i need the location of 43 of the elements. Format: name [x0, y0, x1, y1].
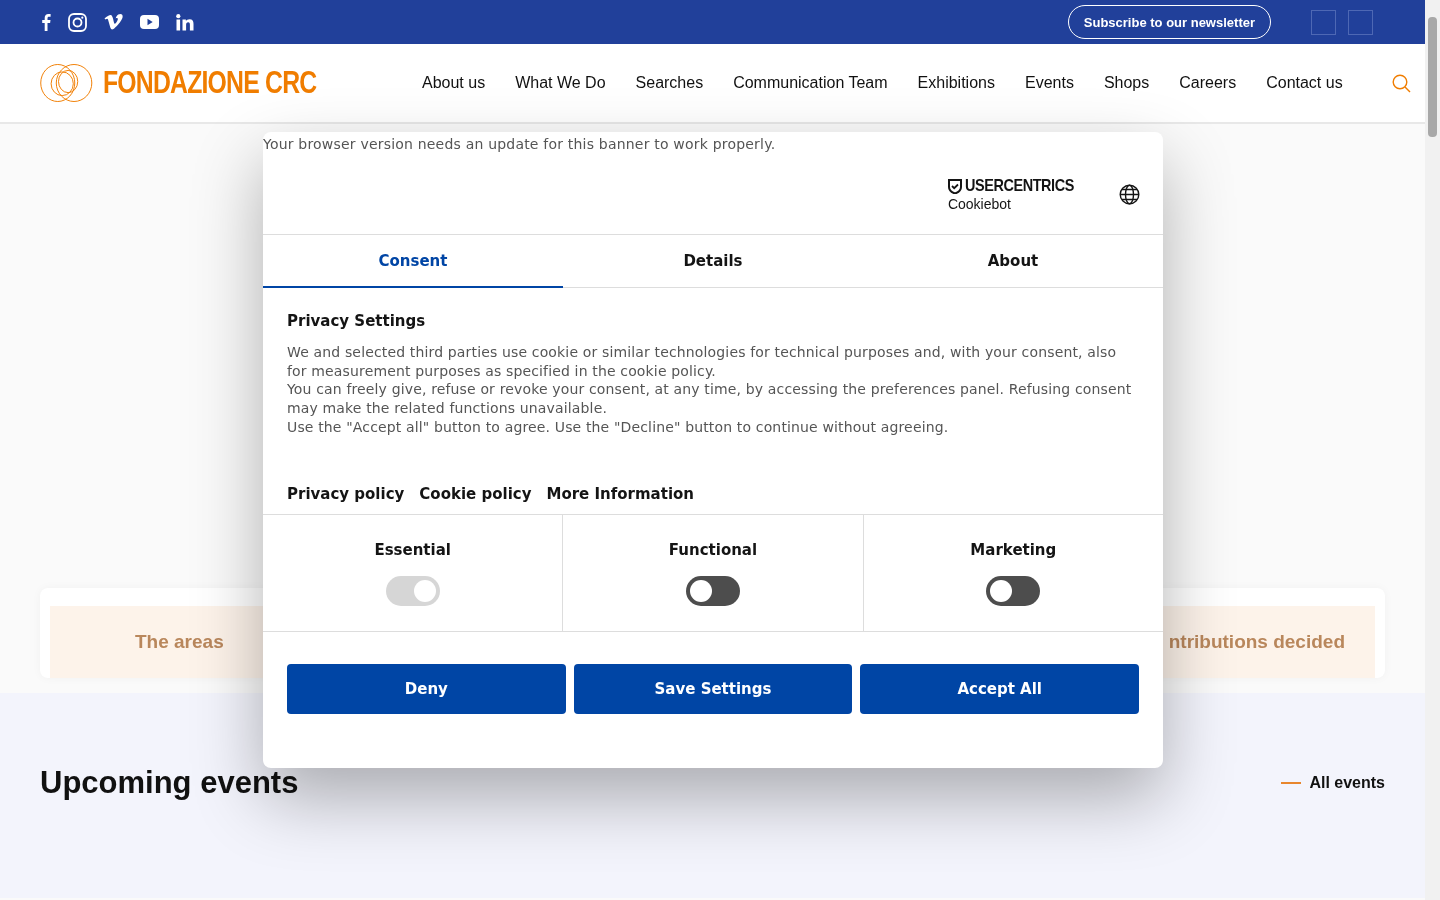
- tab[interactable]: Consent: [263, 235, 563, 288]
- notice-text: Your browser version needs an update for this banner to work properly.: [263, 135, 776, 152]
- scrollbar[interactable]: [1425, 0, 1440, 900]
- consent-button[interactable]: Save Settings: [573, 664, 853, 714]
- consent-button[interactable]: Deny: [287, 664, 566, 714]
- policy-link[interactable]: Cookie policy: [419, 484, 532, 503]
- consent-paragraph: You can freely give, refuse or revoke your consent, at any time, by accessing the preferences panel. Refusing consent may make the related functions unavailable.: [287, 380, 1133, 418]
- policy-link[interactable]: Privacy policy: [287, 484, 405, 503]
- nav-link[interactable]: Careers: [1164, 74, 1252, 92]
- policy-link[interactable]: More Information: [546, 484, 695, 503]
- vimeo-icon[interactable]: [104, 14, 123, 30]
- globe-icon[interactable]: [1119, 183, 1140, 205]
- tab[interactable]: About: [863, 235, 1163, 288]
- nav-link[interactable]: Searches: [620, 74, 719, 92]
- toggle-switch[interactable]: [986, 576, 1041, 606]
- linkedin-icon[interactable]: [176, 13, 194, 31]
- privacy-heading: Privacy Settings: [287, 312, 427, 330]
- nav-link[interactable]: About us: [407, 74, 501, 92]
- category-label: Essential: [374, 541, 451, 559]
- consent-button[interactable]: Accept All: [860, 664, 1139, 714]
- facebook-icon[interactable]: [41, 13, 51, 31]
- nav-link[interactable]: Exhibitions: [902, 74, 1010, 92]
- category-label: Marketing: [970, 541, 1057, 559]
- shield-icon: [947, 178, 962, 194]
- brand-subtitle: Cookiebot: [947, 196, 1012, 212]
- stat-label: ntributions decided: [1168, 631, 1345, 653]
- search-icon[interactable]: [1391, 73, 1411, 93]
- section-title: Upcoming events: [40, 765, 299, 801]
- nav-link[interactable]: Events: [1009, 74, 1089, 92]
- nav-link[interactable]: Shops: [1088, 74, 1165, 92]
- video-play-icon[interactable]: [140, 15, 159, 29]
- instagram-icon[interactable]: [68, 12, 87, 32]
- consent-paragraph: Use the "Accept all" button to agree. Use the "Decline" button to continue without agreeing.: [287, 417, 950, 437]
- stat-label: The areas: [135, 631, 224, 653]
- all-events-link[interactable]: All events: [1281, 774, 1385, 792]
- nav-link[interactable]: Contact us: [1251, 74, 1358, 92]
- tab[interactable]: Details: [563, 235, 863, 288]
- nav-link[interactable]: What We Do: [500, 74, 621, 92]
- category-label: Functional: [668, 541, 758, 559]
- brand-name: USERCENTRICS: [964, 176, 1074, 196]
- consent-paragraph: We and selected third parties use cookie or similar technologies for technical purposes and, with your consent, also for measurement purposes as specified in the cookie policy.: [287, 343, 1118, 381]
- toggle-switch[interactable]: [686, 576, 740, 606]
- nav-link[interactable]: Communication Team: [718, 74, 903, 92]
